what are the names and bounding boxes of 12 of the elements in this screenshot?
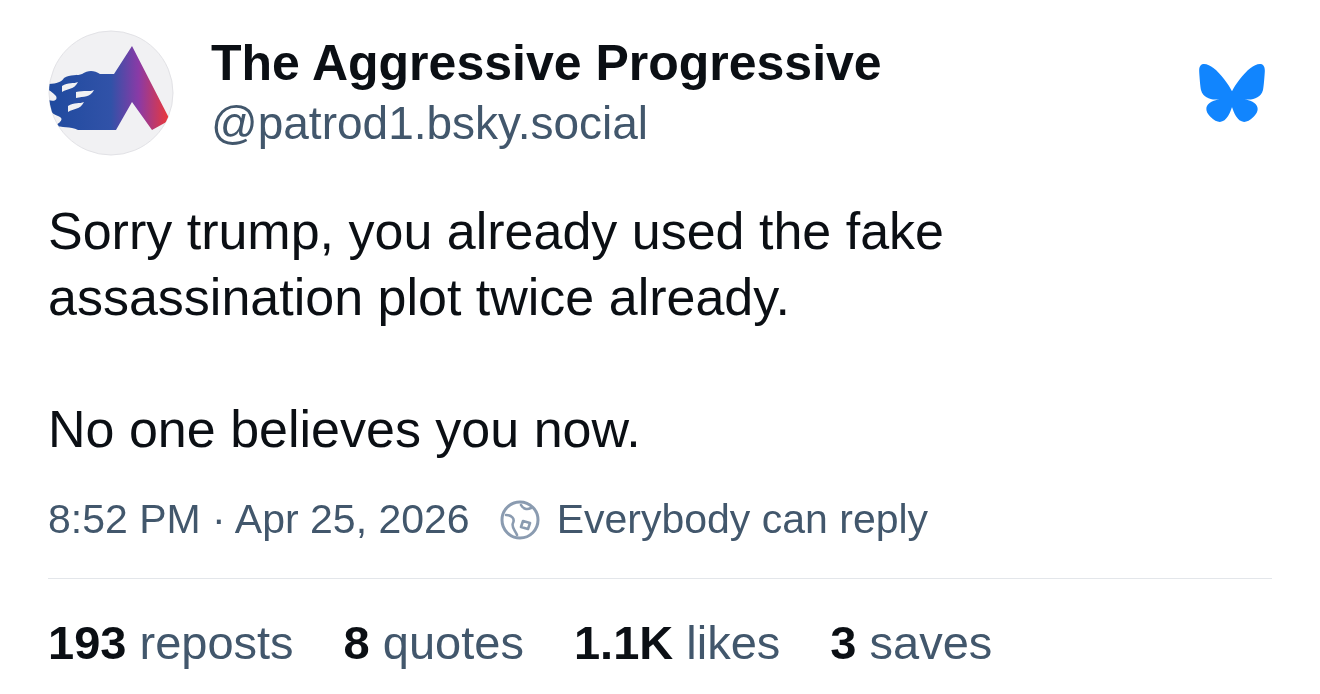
stat-link[interactable]: 193 reposts bbox=[48, 616, 294, 670]
author-handle[interactable]: @patrod1.bsky.social bbox=[211, 93, 649, 153]
reply-setting: Everybody can reply bbox=[556, 496, 929, 543]
butterfly-logo-icon[interactable] bbox=[1198, 63, 1266, 123]
post-timestamp: 8:52 PM · Apr 25, 2026 bbox=[48, 496, 470, 543]
post-text: No one believes you now. bbox=[48, 399, 642, 460]
stat-link[interactable]: 8 quotes bbox=[343, 616, 524, 670]
globe-icon bbox=[499, 499, 540, 540]
stat-link[interactable]: 1.1K likes bbox=[573, 616, 781, 670]
stat-link[interactable]: 3 saves bbox=[830, 616, 993, 670]
author-name[interactable]: The Aggressive Progressive bbox=[211, 33, 882, 93]
post-text: Sorry trump, you already used the fake assassination plot twice already. bbox=[48, 201, 945, 328]
